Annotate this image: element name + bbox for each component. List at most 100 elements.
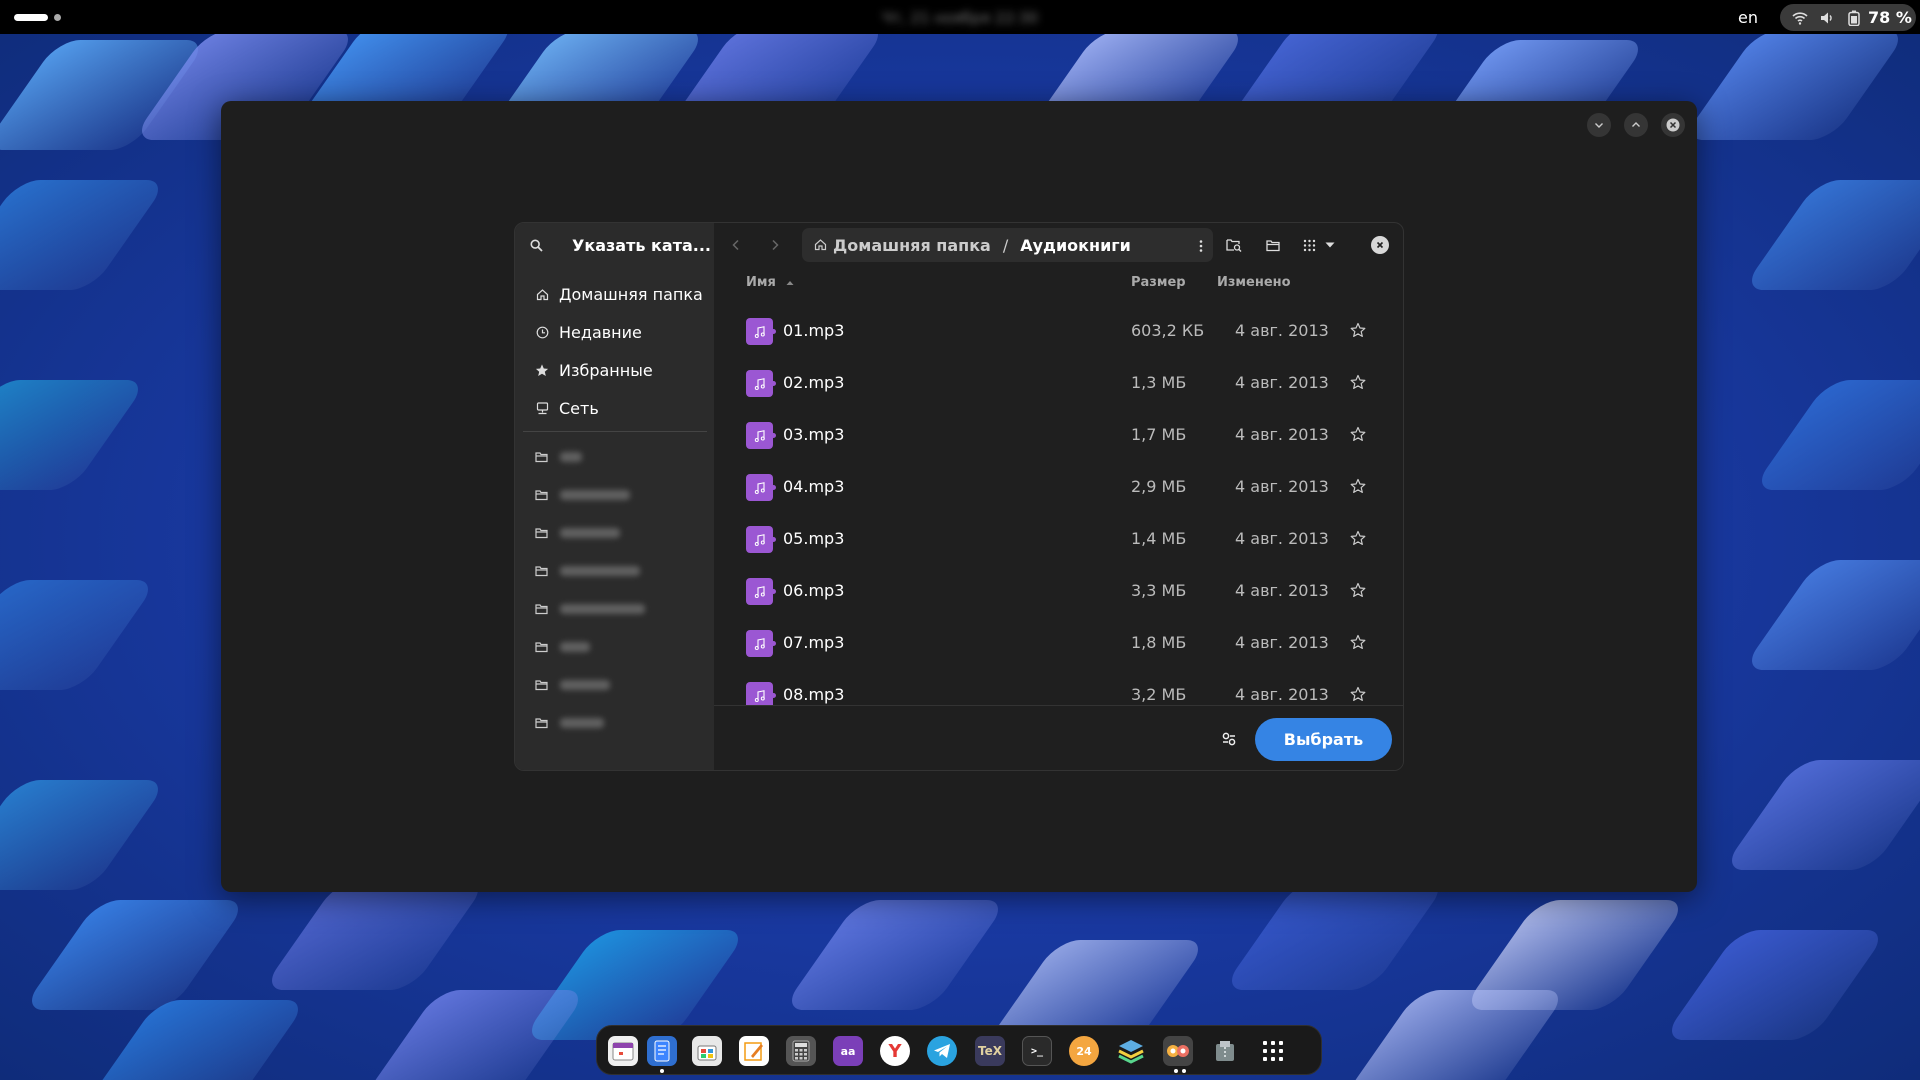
dock-calculator[interactable] — [786, 1036, 816, 1066]
sidebar-separator — [523, 431, 707, 432]
sidebar-item-starred[interactable]: Избранные — [535, 358, 653, 382]
sidebar-bookmark[interactable] — [535, 637, 590, 657]
maximize-button[interactable] — [1624, 113, 1648, 137]
search-folder-button[interactable] — [1221, 233, 1247, 257]
file-list[interactable]: 01.mp3 603,2 КБ 4 авг. 2013 02.mp3 1,3 М… — [714, 305, 1403, 705]
dock-software[interactable] — [692, 1036, 722, 1066]
dock-layers-app[interactable] — [1116, 1036, 1146, 1066]
wallpaper-shape — [81, 1000, 309, 1080]
search-icon — [529, 238, 543, 252]
audio-file-icon — [746, 422, 776, 449]
sidebar-bookmark[interactable] — [535, 561, 640, 581]
file-row[interactable]: 06.mp3 3,3 МБ 4 авг. 2013 — [714, 565, 1403, 617]
search-button[interactable] — [527, 236, 545, 254]
close-icon — [1376, 241, 1384, 249]
folder-icon — [535, 714, 548, 733]
column-header-size[interactable]: Размер — [1131, 275, 1186, 290]
dock-calendar[interactable] — [608, 1036, 638, 1066]
chevron-up-icon — [1632, 122, 1640, 127]
path-menu-button[interactable] — [1199, 238, 1203, 257]
bookmark-label-redacted — [560, 604, 645, 614]
sidebar-bookmark[interactable] — [535, 485, 630, 505]
path-bar: Домашняя папка / Аудиокниги — [802, 228, 1213, 262]
chevron-down-icon — [1595, 123, 1603, 128]
file-name: 06.mp3 — [783, 581, 845, 600]
kebab-menu-icon — [1199, 240, 1203, 252]
dock-bitrix24[interactable]: 24 — [1069, 1036, 1099, 1066]
sidebar-bookmark[interactable] — [535, 675, 610, 695]
star-toggle[interactable] — [1348, 424, 1368, 444]
sidebar-item-home[interactable]: Домашняя папка — [535, 282, 703, 306]
sidebar-bookmark[interactable] — [535, 713, 604, 733]
star-outline-icon — [1350, 322, 1366, 337]
sidebar-item-network[interactable]: Сеть — [535, 396, 599, 420]
column-header-name[interactable]: Имя — [746, 275, 794, 290]
star-toggle[interactable] — [1348, 580, 1368, 600]
wallpaper-shape — [0, 380, 149, 490]
forward-button[interactable] — [763, 233, 787, 257]
folder-icon — [535, 676, 548, 695]
star-icon — [535, 363, 549, 377]
dock-yandex-browser[interactable]: Y — [880, 1036, 910, 1066]
dock-show-apps[interactable] — [1258, 1036, 1288, 1066]
dock-tex-editor[interactable]: TeX — [975, 1036, 1005, 1066]
keyboard-layout[interactable]: en — [1738, 8, 1758, 27]
file-row[interactable]: 08.mp3 3,2 МБ 4 авг. 2013 — [714, 669, 1403, 705]
minimize-button[interactable] — [1587, 113, 1611, 137]
bookmark-label-redacted — [560, 566, 640, 576]
audio-file-icon — [746, 370, 776, 397]
sidebar-item-recent[interactable]: Недавние — [535, 320, 642, 344]
bookmark-label-redacted — [560, 528, 620, 538]
new-folder-button[interactable] — [1260, 233, 1286, 257]
file-name: 04.mp3 — [783, 477, 845, 496]
wallpaper-shape — [1341, 990, 1569, 1080]
audio-file-icon — [746, 630, 776, 657]
close-dialog-button[interactable] — [1371, 236, 1389, 254]
filter-button[interactable] — [1216, 726, 1242, 752]
file-row[interactable]: 07.mp3 1,8 МБ 4 авг. 2013 — [714, 617, 1403, 669]
sidebar-item-label: Домашняя папка — [559, 284, 703, 304]
file-row[interactable]: 05.mp3 1,4 МБ 4 авг. 2013 — [714, 513, 1403, 565]
sort-ascending-icon — [786, 281, 794, 285]
workspace-indicator-active[interactable] — [14, 14, 48, 21]
top-bar: Чт, 21 ноября 22:30 en 78 % — [0, 0, 1920, 34]
folder-icon — [535, 638, 548, 657]
clock[interactable]: Чт, 21 ноября 22:30 — [880, 9, 1040, 27]
file-name: 01.mp3 — [783, 321, 845, 340]
sidebar-bookmark[interactable] — [535, 523, 620, 543]
star-toggle[interactable] — [1348, 372, 1368, 392]
workspace-indicator[interactable] — [54, 14, 61, 21]
document-icon — [654, 1040, 670, 1062]
path-segment-home[interactable]: Домашняя папка — [833, 236, 991, 255]
dock-fonts[interactable]: aa — [833, 1036, 863, 1066]
column-header-modified[interactable]: Изменено — [1217, 275, 1291, 290]
dock-archive-manager[interactable] — [1210, 1036, 1240, 1066]
file-row[interactable]: 02.mp3 1,3 МБ 4 авг. 2013 — [714, 357, 1403, 409]
dock-text-editor[interactable] — [739, 1036, 769, 1066]
file-modified: 4 авг. 2013 — [1235, 581, 1329, 600]
file-row[interactable]: 01.mp3 603,2 КБ 4 авг. 2013 — [714, 305, 1403, 357]
dock-terminal[interactable]: >_ — [1022, 1036, 1052, 1066]
wallpaper-shape — [1741, 180, 1920, 290]
file-row[interactable]: 04.mp3 2,9 МБ 4 авг. 2013 — [714, 461, 1403, 513]
sidebar-bookmark[interactable] — [535, 599, 645, 619]
star-toggle[interactable] — [1348, 528, 1368, 548]
folder-icon — [535, 562, 548, 581]
star-toggle[interactable] — [1348, 684, 1368, 704]
star-toggle[interactable] — [1348, 632, 1368, 652]
star-toggle[interactable] — [1348, 320, 1368, 340]
view-mode-button[interactable] — [1299, 233, 1339, 257]
dock-telegram[interactable] — [927, 1036, 957, 1066]
dock-file-chooser-app[interactable] — [1163, 1036, 1193, 1066]
column-headers: Имя Размер Изменено — [714, 275, 1403, 295]
path-segment-current[interactable]: Аудиокниги — [1020, 236, 1131, 255]
dock-documents[interactable] — [647, 1036, 677, 1066]
system-tray[interactable]: 78 % — [1780, 4, 1916, 31]
sidebar-bookmark[interactable] — [535, 447, 582, 467]
file-row[interactable]: 03.mp3 1,7 МБ 4 авг. 2013 — [714, 409, 1403, 461]
select-button[interactable]: Выбрать — [1255, 718, 1392, 761]
star-toggle[interactable] — [1348, 476, 1368, 496]
close-window-button[interactable] — [1661, 113, 1685, 137]
back-button[interactable] — [724, 233, 748, 257]
wallpaper-shape — [1681, 30, 1909, 140]
